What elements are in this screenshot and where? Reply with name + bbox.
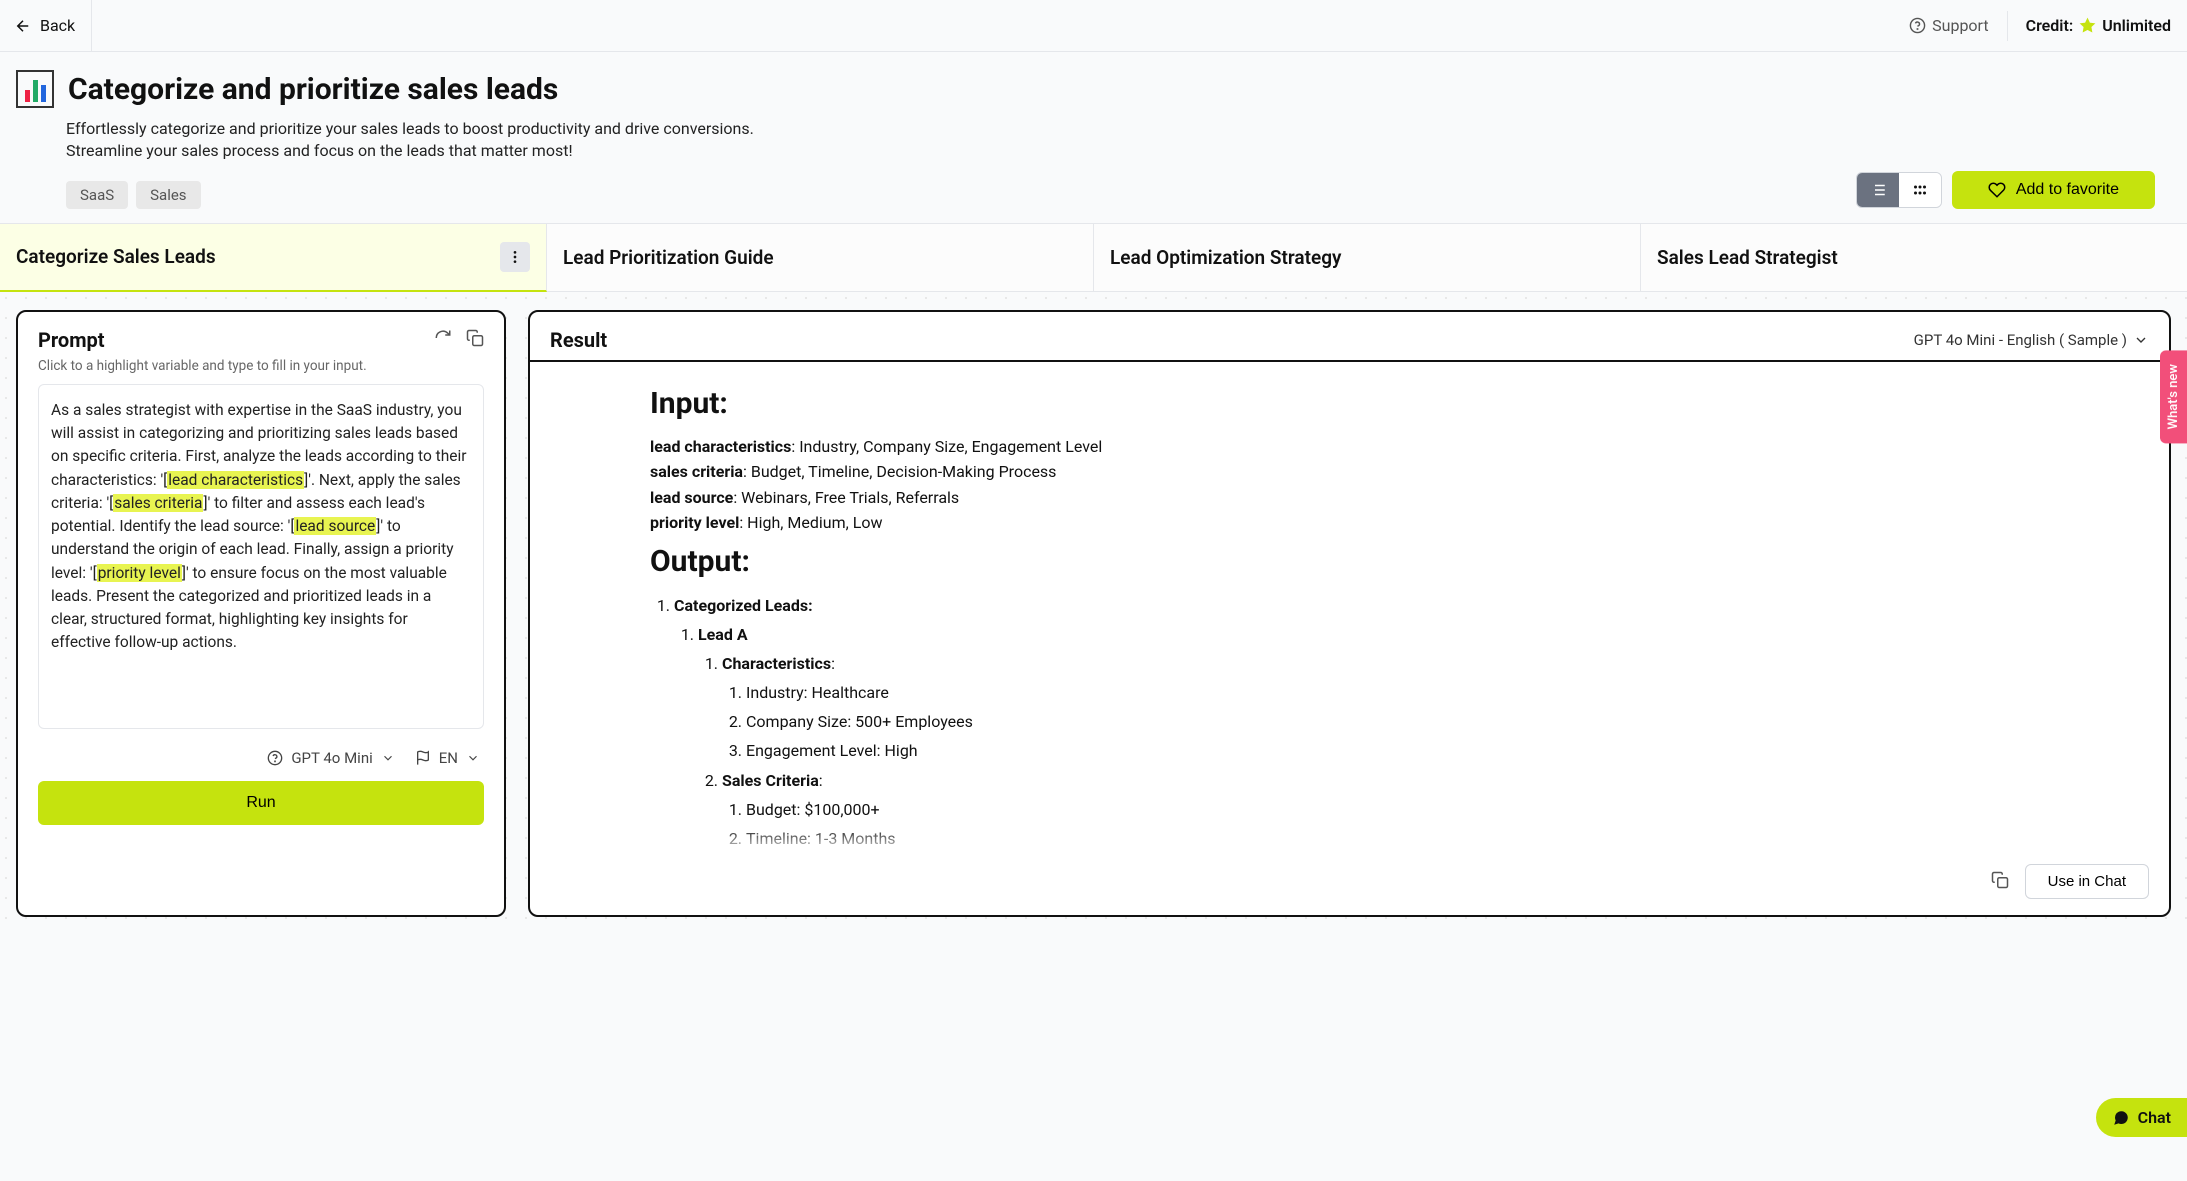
crit-budget: Budget: $100,000+: [746, 798, 2049, 821]
lead-a-label: Lead A: [698, 625, 748, 644]
input-lead-characteristics: lead characteristics: Industry, Company …: [650, 435, 2049, 458]
output-heading: Output:: [650, 540, 2049, 584]
flag-icon: [415, 750, 431, 766]
sales-criteria-label: Sales Criteria: [722, 771, 819, 790]
result-footer: Use in Chat: [550, 864, 2149, 899]
topbar: Back Support Credit: Unlimited: [0, 0, 2187, 52]
copy-icon: [466, 329, 484, 347]
char-company-size: Company Size: 500+ Employees: [746, 710, 2049, 733]
categorized-leads-label: Categorized Leads:: [674, 596, 813, 615]
tag-saas[interactable]: SaaS: [66, 181, 128, 209]
add-to-favorite-button[interactable]: Add to favorite: [1952, 171, 2155, 209]
help-icon: [267, 750, 283, 766]
topbar-right: Support Credit: Unlimited: [1891, 0, 2171, 52]
var-lead-characteristics[interactable]: lead characteristics: [167, 471, 304, 489]
credit-display: Credit: Unlimited: [2008, 16, 2171, 35]
grid-view-button[interactable]: [1899, 173, 1941, 207]
star-icon: [2079, 17, 2096, 34]
result-title: Result: [550, 328, 607, 352]
chevron-down-icon: [466, 751, 480, 765]
use-in-chat-button[interactable]: Use in Chat: [2025, 864, 2149, 899]
header-bottom: SaaS Sales Add to favorite: [16, 171, 2171, 209]
tag-sales[interactable]: Sales: [136, 181, 200, 209]
favorite-label: Add to favorite: [2016, 181, 2119, 199]
grid-icon: [1911, 181, 1929, 199]
back-label: Back: [40, 16, 75, 35]
tab-menu-button[interactable]: [500, 242, 530, 272]
char-engagement: Engagement Level: High: [746, 739, 2049, 762]
more-vertical-icon: [507, 249, 523, 265]
result-body: Input: lead characteristics: Industry, C…: [550, 376, 2149, 856]
tags: SaaS Sales: [66, 181, 201, 209]
input-heading: Input:: [650, 382, 2049, 426]
title-row: Categorize and prioritize sales leads: [16, 70, 2171, 108]
language-selector[interactable]: EN: [415, 749, 480, 767]
whats-new-tab[interactable]: What's new: [2160, 350, 2187, 443]
model-selector[interactable]: GPT 4o Mini: [267, 749, 394, 767]
copy-result-button[interactable]: [1991, 871, 2009, 893]
output-list: Categorized Leads: Lead A Characteristic…: [650, 594, 2049, 851]
tab-lead-optimization-strategy[interactable]: Lead Optimization Strategy: [1094, 224, 1641, 291]
chevron-down-icon: [381, 751, 395, 765]
page-description: Effortlessly categorize and prioritize y…: [66, 118, 826, 163]
result-panel: Result GPT 4o Mini - English ( Sample ) …: [528, 310, 2171, 917]
tab-categorize-sales-leads[interactable]: Categorize Sales Leads: [0, 224, 547, 292]
help-icon: [1909, 17, 1926, 34]
prompt-hint: Click to a highlight variable and type t…: [38, 358, 484, 374]
copy-icon: [1991, 871, 2009, 889]
var-priority-level[interactable]: priority level: [97, 564, 182, 582]
chat-fab[interactable]: Chat: [2096, 1098, 2187, 1137]
input-lead-source: lead source: Webinars, Free Trials, Refe…: [650, 486, 2049, 509]
char-industry: Industry: Healthcare: [746, 681, 2049, 704]
model-label: GPT 4o Mini: [291, 749, 372, 767]
result-header: Result GPT 4o Mini - English ( Sample ): [530, 328, 2169, 362]
chat-icon: [2112, 1109, 2130, 1127]
prompt-panel: Prompt Click to a highlight variable and…: [16, 310, 506, 917]
tab-label: Lead Prioritization Guide: [563, 246, 774, 269]
credit-value: Unlimited: [2102, 16, 2171, 35]
result-model-label: GPT 4o Mini - English ( Sample ): [1914, 331, 2127, 349]
arrow-left-icon: [14, 17, 32, 35]
refresh-icon: [434, 329, 452, 347]
characteristics-label: Characteristics: [722, 654, 831, 673]
prompt-actions: [434, 329, 484, 351]
lang-label: EN: [439, 749, 458, 767]
list-view-button[interactable]: [1857, 173, 1899, 207]
credit-label: Credit:: [2026, 16, 2074, 35]
content: Prompt Click to a highlight variable and…: [0, 292, 2187, 935]
var-lead-source[interactable]: lead source: [294, 517, 376, 535]
list-icon: [1869, 181, 1887, 199]
tab-label: Categorize Sales Leads: [16, 245, 216, 268]
prompt-title: Prompt: [38, 328, 105, 352]
tabs: Categorize Sales Leads Lead Prioritizati…: [0, 223, 2187, 292]
page-title: Categorize and prioritize sales leads: [68, 72, 558, 107]
page-header: Categorize and prioritize sales leads Ef…: [0, 52, 2187, 223]
chat-label: Chat: [2138, 1108, 2171, 1127]
tab-sales-lead-strategist[interactable]: Sales Lead Strategist: [1641, 224, 2187, 291]
view-toggle: [1856, 172, 1942, 208]
back-button[interactable]: Back: [0, 0, 92, 51]
prompt-footer: GPT 4o Mini EN: [38, 749, 484, 767]
prompt-header: Prompt: [38, 328, 484, 352]
run-button[interactable]: Run: [38, 781, 484, 825]
input-sales-criteria: sales criteria: Budget, Timeline, Decisi…: [650, 460, 2049, 483]
heart-icon: [1988, 181, 2006, 199]
fade-overlay: [550, 826, 2149, 856]
support-label: Support: [1932, 16, 1988, 35]
input-priority-level: priority level: High, Medium, Low: [650, 511, 2049, 534]
tab-label: Sales Lead Strategist: [1657, 246, 1838, 269]
header-actions: Add to favorite: [1856, 171, 2171, 209]
chevron-down-icon: [2133, 332, 2149, 348]
result-model-selector[interactable]: GPT 4o Mini - English ( Sample ): [1914, 331, 2149, 349]
var-sales-criteria[interactable]: sales criteria: [113, 494, 203, 512]
tab-lead-prioritization-guide[interactable]: Lead Prioritization Guide: [547, 224, 1094, 291]
refresh-button[interactable]: [434, 329, 452, 351]
prompt-textarea[interactable]: As a sales strategist with expertise in …: [38, 384, 484, 729]
support-link[interactable]: Support: [1891, 0, 2006, 52]
tab-label: Lead Optimization Strategy: [1110, 246, 1341, 269]
app-icon: [16, 70, 54, 108]
copy-button[interactable]: [466, 329, 484, 351]
